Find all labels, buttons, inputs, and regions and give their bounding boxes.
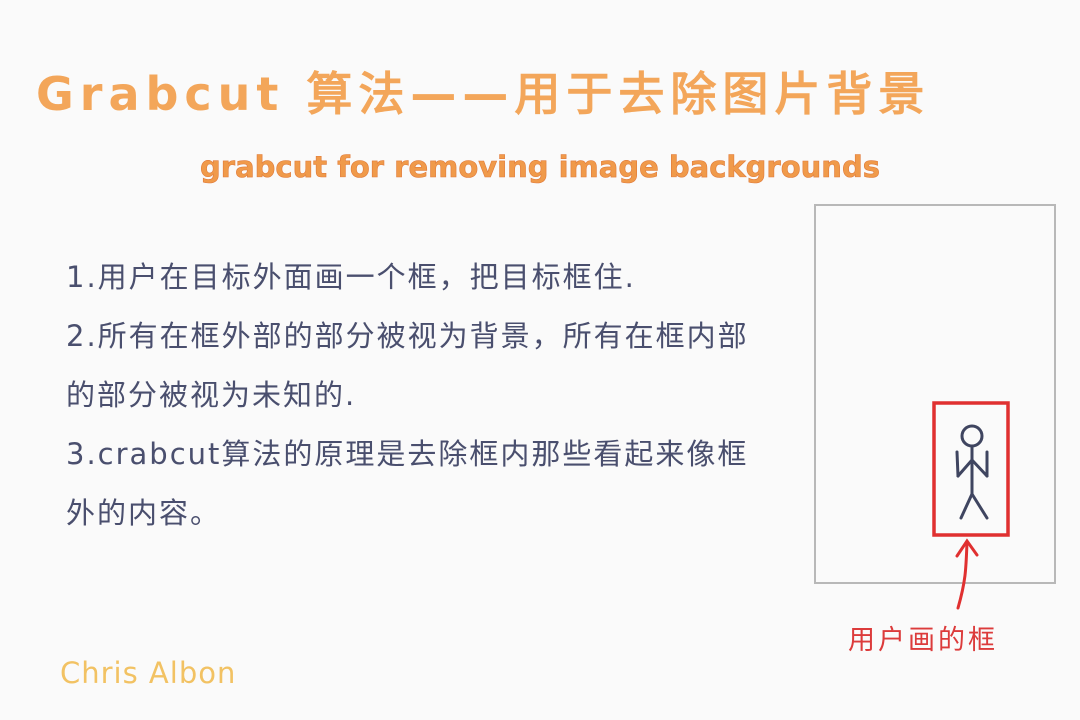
stick-figure-icon <box>955 424 989 520</box>
user-box-caption: 用户画的框 <box>848 625 998 656</box>
grabcut-diagram <box>814 204 1056 610</box>
pointer-arrow-icon <box>955 538 979 610</box>
author-signature: Chris Albon <box>60 656 237 690</box>
